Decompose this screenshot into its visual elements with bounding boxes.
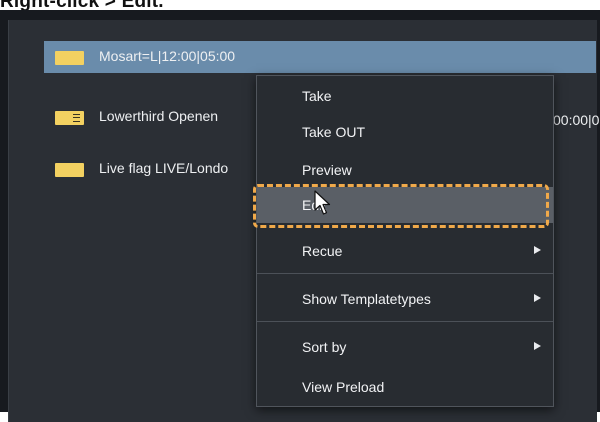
template-block-icon (55, 51, 84, 65)
context-menu: Take Take OUT Preview Edit Recue Show Te… (256, 75, 554, 407)
submenu-arrow-icon (534, 294, 541, 302)
playlist-row-lowerthird[interactable]: Lowerthird Openen (44, 101, 256, 133)
template-block-lines-icon (55, 111, 84, 125)
edit-highlight-box (253, 184, 549, 228)
menu-item-view-preload[interactable]: View Preload (257, 369, 553, 405)
menu-item-label: Take OUT (302, 124, 366, 140)
menu-item-sort-by[interactable]: Sort by (257, 329, 553, 365)
menu-item-recue[interactable]: Recue (257, 233, 553, 269)
playlist-row-label: Live flag LIVE/Londo (99, 160, 229, 176)
playlist-row-mosart[interactable]: Mosart=L|12:00|05:00 (44, 41, 596, 73)
menu-item-label: View Preload (302, 379, 385, 395)
menu-separator (257, 273, 553, 274)
menu-item-label: Preview (302, 162, 352, 178)
menu-separator (257, 321, 553, 322)
menu-item-label: Recue (302, 243, 343, 259)
playlist-row-label: Lowerthird Openen (99, 108, 219, 124)
menu-item-preview[interactable]: Preview (257, 152, 553, 188)
mouse-cursor-icon (314, 190, 331, 215)
template-block-icon (55, 163, 84, 177)
menu-item-label: Show Templatetypes (302, 291, 431, 307)
playlist-row-label: Mosart=L|12:00|05:00 (99, 48, 236, 64)
menu-item-label: Sort by (302, 339, 347, 355)
playlist-row-live-flag[interactable]: Live flag LIVE/Londo (44, 153, 256, 185)
menu-item-show-templatetypes[interactable]: Show Templatetypes (257, 281, 553, 317)
playlist-row-trailing-text: 00:00|0 (553, 112, 600, 128)
menu-item-take-out[interactable]: Take OUT (257, 114, 553, 150)
submenu-arrow-icon (534, 246, 541, 254)
menu-item-take[interactable]: Take (257, 78, 553, 114)
submenu-arrow-icon (534, 342, 541, 350)
menu-item-label: Take (302, 88, 332, 104)
